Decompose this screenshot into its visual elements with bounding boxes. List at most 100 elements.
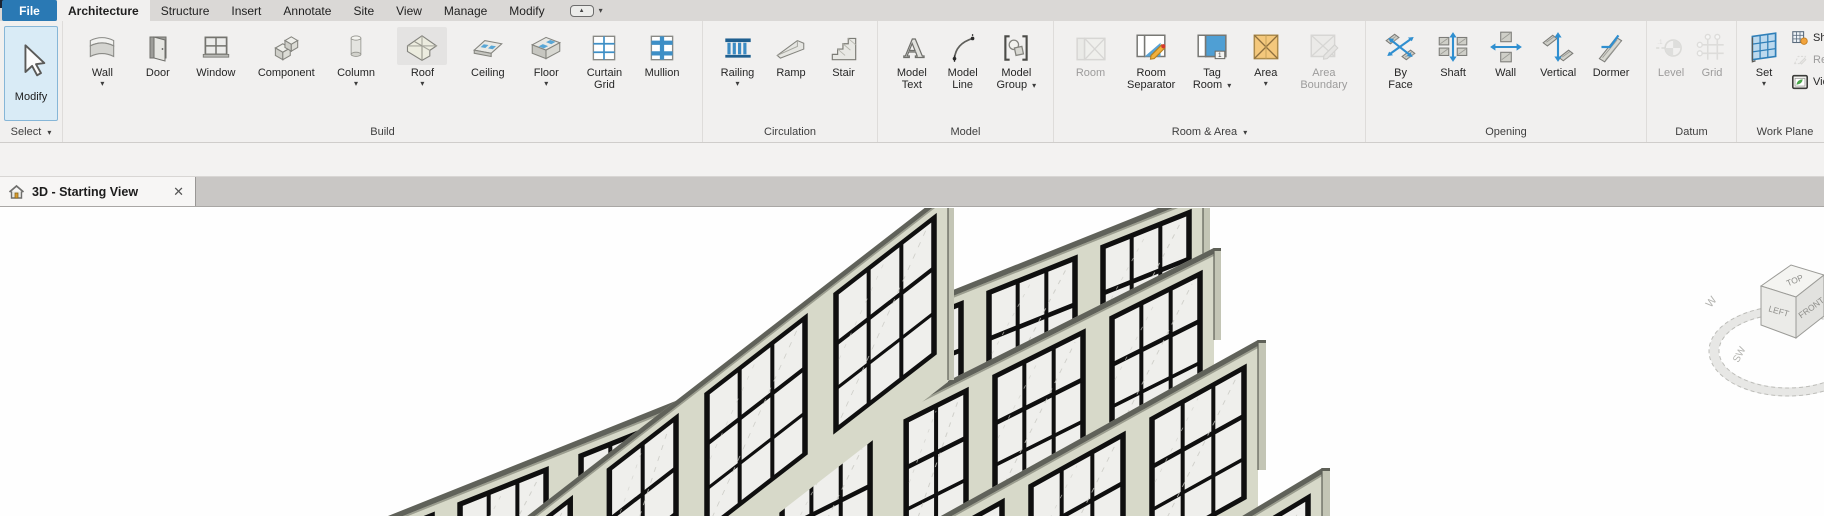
- ribbon: Modify Select ▾ Wall ▾ Door Window Component Co…: [0, 21, 1824, 143]
- panel-caret-icon[interactable]: ▾: [1243, 128, 1247, 137]
- button-label: By Face: [1388, 67, 1413, 91]
- file-menu-button[interactable]: File: [2, 0, 57, 21]
- model-line-button[interactable]: Model Line: [946, 26, 980, 91]
- railing-button[interactable]: Railing ▾: [720, 26, 756, 88]
- ribbon-tab-site[interactable]: Site: [342, 0, 385, 21]
- button-label: Stair: [832, 67, 855, 79]
- mullion-button[interactable]: Mullion: [644, 26, 680, 79]
- drawing-canvas[interactable]: TOP LEFT FRONT W SW: [0, 208, 1824, 516]
- svg-text:A: A: [903, 35, 925, 65]
- button-label: Viewer: [1813, 76, 1824, 88]
- dropdown-caret-icon[interactable]: ▾: [1227, 81, 1231, 90]
- panel-label-room-area[interactable]: Room & Area ▾: [1054, 124, 1365, 141]
- ramp-button[interactable]: Ramp: [772, 26, 810, 79]
- show-button[interactable]: Show: [1791, 29, 1824, 47]
- button-label: Door: [145, 67, 170, 79]
- panel-work-plane: Set▾ Show Ref Plane Viewer Work Plane: [1737, 21, 1824, 142]
- panel-model: A Model Text Model Line Model Group ▾ Model: [878, 21, 1054, 142]
- home-icon: [8, 184, 25, 200]
- button-label: Window: [196, 67, 236, 79]
- dormer-button[interactable]: Dormer: [1593, 26, 1629, 79]
- column-icon: [343, 27, 369, 65]
- dropdown-caret-icon[interactable]: ▾: [100, 80, 104, 88]
- ribbon-tab-view[interactable]: View: [385, 0, 433, 21]
- button-label: Grid: [1701, 67, 1723, 79]
- area-boundary-icon: [1305, 27, 1343, 65]
- room-icon: [1072, 27, 1110, 65]
- tag-room-button[interactable]: 1 Tag Room ▾: [1193, 26, 1231, 92]
- ribbon-collapse-icon[interactable]: ▲: [569, 4, 594, 17]
- room-separator-button[interactable]: Room Separator: [1127, 26, 1175, 91]
- ribbon-tab-annotate[interactable]: Annotate: [272, 0, 342, 21]
- dropdown-caret-icon[interactable]: ▾: [1264, 80, 1268, 88]
- set-icon: [1745, 27, 1783, 65]
- grid-icon: [1695, 27, 1729, 65]
- view-tab-3d-starting-view[interactable]: 3D - Starting View ✕: [0, 177, 196, 206]
- set-button[interactable]: Set ▾: [1745, 26, 1783, 88]
- ref-plane-button: Ref Plane: [1791, 51, 1824, 69]
- button-label: Mullion: [644, 67, 680, 79]
- door-button[interactable]: Door: [142, 26, 174, 79]
- button-label: Vertical: [1540, 67, 1577, 79]
- ribbon-tab-manage[interactable]: Manage: [433, 0, 498, 21]
- model-group-button[interactable]: Model Group ▾: [996, 26, 1036, 92]
- view-tab-close-icon[interactable]: ✕: [170, 184, 187, 200]
- panel-label-datum: Datum: [1675, 126, 1708, 138]
- ramp-icon: [772, 27, 810, 65]
- model-text-button[interactable]: A Model Text: [895, 26, 929, 91]
- ribbon-collapse-caret-icon[interactable]: ▾: [599, 6, 603, 15]
- stair-icon: [827, 27, 861, 65]
- area-button[interactable]: Area ▾: [1249, 26, 1283, 88]
- window-button[interactable]: Window: [196, 26, 235, 79]
- panel-label-select[interactable]: Select ▾: [0, 124, 62, 141]
- svg-text:.1: .1: [1657, 39, 1663, 46]
- stair-button[interactable]: Stair: [827, 26, 861, 79]
- ribbon-display-toggle[interactable]: ▲ ▾: [569, 0, 603, 21]
- button-label: Area Boundary: [1300, 67, 1348, 91]
- panel-label-circulation: Circulation: [764, 126, 816, 138]
- ceiling-button[interactable]: Ceiling: [470, 26, 506, 79]
- roof-icon: [397, 27, 448, 65]
- by-face-icon: [1383, 27, 1419, 65]
- by-face-button[interactable]: By Face: [1383, 26, 1419, 91]
- window-icon: [199, 27, 233, 65]
- dropdown-caret-icon[interactable]: ▾: [544, 80, 548, 88]
- options-bar: [0, 143, 1824, 177]
- model-line-icon: [946, 27, 980, 65]
- dropdown-caret-icon[interactable]: ▾: [354, 80, 358, 88]
- level-button: .1 Level: [1654, 26, 1688, 79]
- tag-room-icon: 1: [1193, 27, 1231, 65]
- roof-button[interactable]: Roof ▾: [397, 26, 448, 88]
- shaft-button[interactable]: Shaft: [1435, 26, 1471, 79]
- ribbon-tab-structure[interactable]: Structure: [150, 0, 221, 21]
- button-label: Railing: [720, 67, 755, 79]
- component-button[interactable]: Component: [258, 26, 315, 79]
- button-label: Model Line: [947, 67, 978, 91]
- panel-caret-icon[interactable]: ▾: [47, 128, 51, 137]
- viewer-button[interactable]: Viewer: [1791, 73, 1824, 91]
- button-label: Show: [1813, 32, 1824, 44]
- dropdown-caret-icon[interactable]: ▾: [420, 80, 424, 88]
- vertical-button[interactable]: Vertical: [1540, 26, 1576, 79]
- modify-button[interactable]: Modify: [4, 26, 58, 121]
- ribbon-tab-modify[interactable]: Modify: [498, 0, 555, 21]
- button-label: Wall: [91, 67, 113, 79]
- button-label: Wall: [1495, 67, 1517, 79]
- button-label: Set: [1755, 67, 1773, 79]
- column-button[interactable]: Column ▾: [337, 26, 375, 88]
- 3d-view[interactable]: TOPLEFT FRONTWSW: [0, 208, 1824, 516]
- ribbon-tab-architecture[interactable]: Architecture: [57, 0, 150, 21]
- ribbon-tab-insert[interactable]: Insert: [220, 0, 272, 21]
- viewcube[interactable]: TOPLEFT FRONTWSW: [1704, 264, 1824, 397]
- wall-button[interactable]: Wall ▾: [85, 26, 119, 88]
- dropdown-caret-icon[interactable]: ▾: [1762, 80, 1766, 88]
- button-label: Level: [1657, 67, 1685, 79]
- floor-button[interactable]: Floor ▾: [528, 26, 564, 88]
- button-label: Model Text: [896, 67, 927, 91]
- curtain-grid-button[interactable]: Curtain Grid: [587, 26, 622, 91]
- door-icon: [142, 27, 174, 65]
- area-icon: [1249, 27, 1283, 65]
- dropdown-caret-icon[interactable]: ▾: [735, 80, 739, 88]
- dropdown-caret-icon[interactable]: ▾: [1032, 81, 1036, 90]
- wall-button[interactable]: Wall: [1488, 26, 1524, 79]
